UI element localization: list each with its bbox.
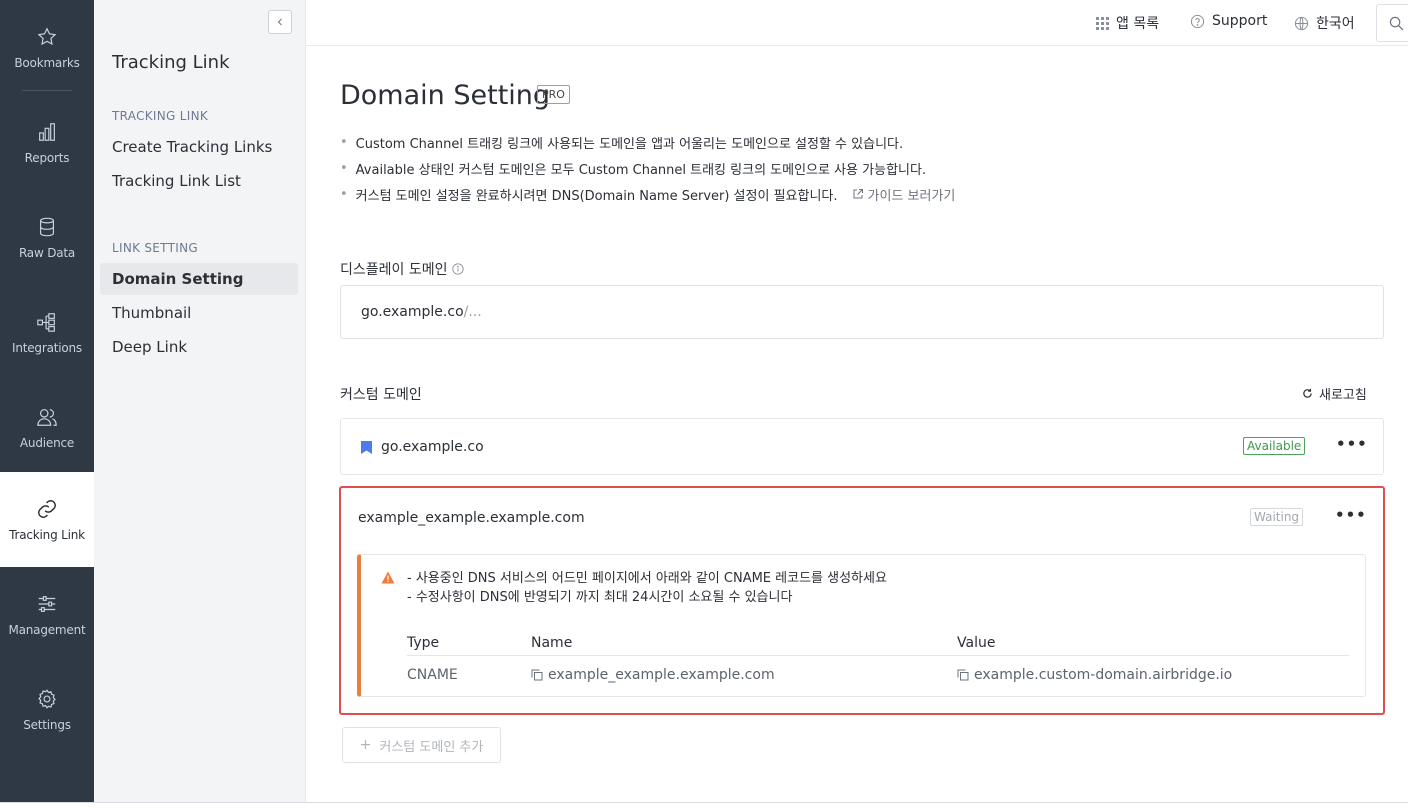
warning-icon (381, 569, 395, 588)
sliders-icon (36, 593, 58, 615)
rail-item-audience[interactable]: Audience (0, 380, 94, 475)
subnav-item-create-tracking-links[interactable]: Create Tracking Links (100, 131, 298, 163)
rail-divider (22, 90, 72, 91)
sub-navigation: Tracking Link TRACKING LINK Create Track… (94, 0, 306, 802)
column-header-name: Name (531, 635, 573, 651)
rail-label: Integrations (12, 340, 82, 355)
link-icon (36, 498, 58, 520)
language-selector[interactable]: 한국어 (1294, 13, 1355, 33)
domain-card: go.example.co Available ••• (340, 418, 1384, 475)
window-bottom-edge (0, 802, 1408, 808)
subnav-group-tracking-link: TRACKING LINK (112, 109, 209, 123)
info-icon[interactable] (451, 263, 464, 275)
users-icon (36, 406, 58, 428)
copy-icon[interactable] (957, 669, 969, 681)
rail-item-integrations[interactable]: Integrations (0, 285, 94, 380)
gear-icon (36, 688, 58, 710)
search-button[interactable] (1376, 4, 1408, 42)
external-link-icon (852, 188, 864, 200)
description-item: • 커스텀 도메인 설정을 완료하시려면 DNS(Domain Name Serv… (340, 185, 956, 204)
subnav-item-domain-setting[interactable]: Domain Setting (100, 263, 298, 295)
description-item: • Custom Channel 트래킹 링크에 사용되는 도메인을 앱과 어울리… (340, 134, 904, 152)
guide-link[interactable]: 가이드 보러가기 (852, 185, 955, 204)
rail-label: Bookmarks (14, 55, 80, 70)
rail-item-reports[interactable]: Reports (0, 95, 94, 190)
notice-line: - 사용중인 DNS 서비스의 어드민 페이지에서 아래와 같이 CNAME 레… (407, 571, 887, 586)
support-label: Support (1212, 13, 1268, 29)
domain-name: go.example.co (361, 439, 484, 455)
database-icon (36, 216, 58, 238)
page-title: Domain Setting (340, 80, 551, 111)
bar-chart-icon (36, 121, 58, 143)
display-domain-field[interactable]: go.example.co/... (340, 285, 1384, 339)
rail-label: Tracking Link (9, 527, 85, 542)
description-item: • Available 상태인 커스텀 도메인은 모두 Custom Channe… (340, 160, 927, 178)
record-name[interactable]: example_example.example.com (531, 667, 775, 683)
globe-icon (1294, 16, 1309, 31)
rail-label: Audience (19, 435, 75, 450)
rail-item-settings[interactable]: Settings (0, 662, 94, 757)
chevron-left-icon (277, 18, 282, 26)
rail-label: Raw Data (18, 245, 76, 260)
table-divider (407, 655, 1349, 656)
rail-label: Settings (23, 717, 71, 732)
custom-domain-label: 커스텀 도메인 (340, 387, 422, 403)
main-nav-rail: Bookmarks Reports Raw Data Integrations … (0, 0, 94, 802)
cname-notice: - 사용중인 DNS 서비스의 어드민 페이지에서 아래와 같이 CNAME 레… (357, 554, 1366, 697)
support-link[interactable]: Support (1190, 13, 1267, 29)
display-domain-suffix: /... (463, 304, 482, 320)
rail-item-raw-data[interactable]: Raw Data (0, 190, 94, 285)
rail-item-tracking-link[interactable]: Tracking Link (0, 472, 94, 567)
app-list-label: 앱 목록 (1116, 16, 1160, 32)
help-circle-icon (1190, 14, 1205, 29)
copy-icon[interactable] (531, 669, 543, 681)
app-list-link[interactable]: 앱 목록 (1096, 13, 1159, 33)
refresh-button[interactable]: 새로고침 (1302, 384, 1367, 403)
notice-line: - 수정사항이 DNS에 반영되기 까지 최대 24시간이 소요될 수 있습니다 (407, 590, 793, 605)
refresh-icon (1302, 388, 1313, 399)
rail-label: Management (8, 622, 86, 637)
record-value[interactable]: example.custom-domain.airbridge.io (957, 667, 1232, 683)
rail-label: Reports (24, 150, 70, 165)
record-type: CNAME (407, 667, 458, 683)
subnav-group-link-setting: LINK SETTING (112, 241, 198, 255)
top-bar: 앱 목록 Support 한국어 (306, 0, 1408, 46)
more-options-button[interactable]: ••• (1336, 435, 1368, 453)
grid-icon (1096, 16, 1109, 30)
pro-badge: PRO (537, 85, 570, 104)
bookmark-icon (361, 440, 372, 454)
star-icon (36, 26, 58, 48)
subnav-item-tracking-link-list[interactable]: Tracking Link List (100, 165, 298, 197)
subnav-item-thumbnail[interactable]: Thumbnail (100, 297, 298, 329)
language-label: 한국어 (1316, 16, 1355, 32)
rail-item-bookmarks[interactable]: Bookmarks (0, 0, 94, 95)
display-domain-value: go.example.co (361, 304, 464, 320)
column-header-value: Value (957, 635, 996, 651)
display-domain-label: 디스플레이 도메인 (340, 259, 464, 279)
subnav-title: Tracking Link (112, 52, 230, 73)
column-header-type: Type (407, 635, 440, 651)
add-custom-domain-button[interactable]: + 커스텀 도메인 추가 (342, 727, 501, 763)
status-badge: Available (1243, 437, 1306, 455)
collapse-sidebar-button[interactable] (268, 10, 292, 34)
search-icon (1389, 16, 1403, 30)
rail-item-management[interactable]: Management (0, 567, 94, 662)
description-list: • Custom Channel 트래킹 링크에 사용되는 도메인을 앱과 어울리… (340, 129, 955, 207)
subnav-item-deep-link[interactable]: Deep Link (100, 331, 298, 363)
integration-icon (36, 311, 58, 333)
plus-icon: + (359, 737, 372, 753)
